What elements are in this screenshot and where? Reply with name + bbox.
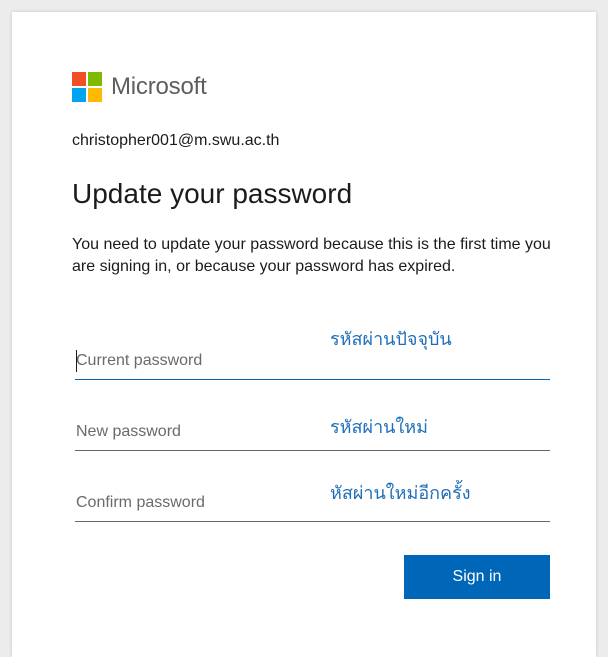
confirm-password-input[interactable] xyxy=(75,485,550,522)
page-title: Update your password xyxy=(72,178,353,209)
microsoft-logo: Microsoft xyxy=(72,72,207,102)
current-password-input[interactable] xyxy=(75,343,550,380)
new-password-input[interactable] xyxy=(75,414,550,451)
signin-card: Microsoft christopher001@m.swu.ac.th Upd… xyxy=(12,12,596,657)
account-email: christopher001@m.swu.ac.th xyxy=(72,132,280,149)
brand-name: Microsoft xyxy=(111,73,207,100)
sign-in-button[interactable]: Sign in xyxy=(404,555,550,599)
text-caret xyxy=(76,350,77,372)
page-description: You need to update your password because… xyxy=(72,236,551,275)
microsoft-logo-icon xyxy=(72,72,102,102)
